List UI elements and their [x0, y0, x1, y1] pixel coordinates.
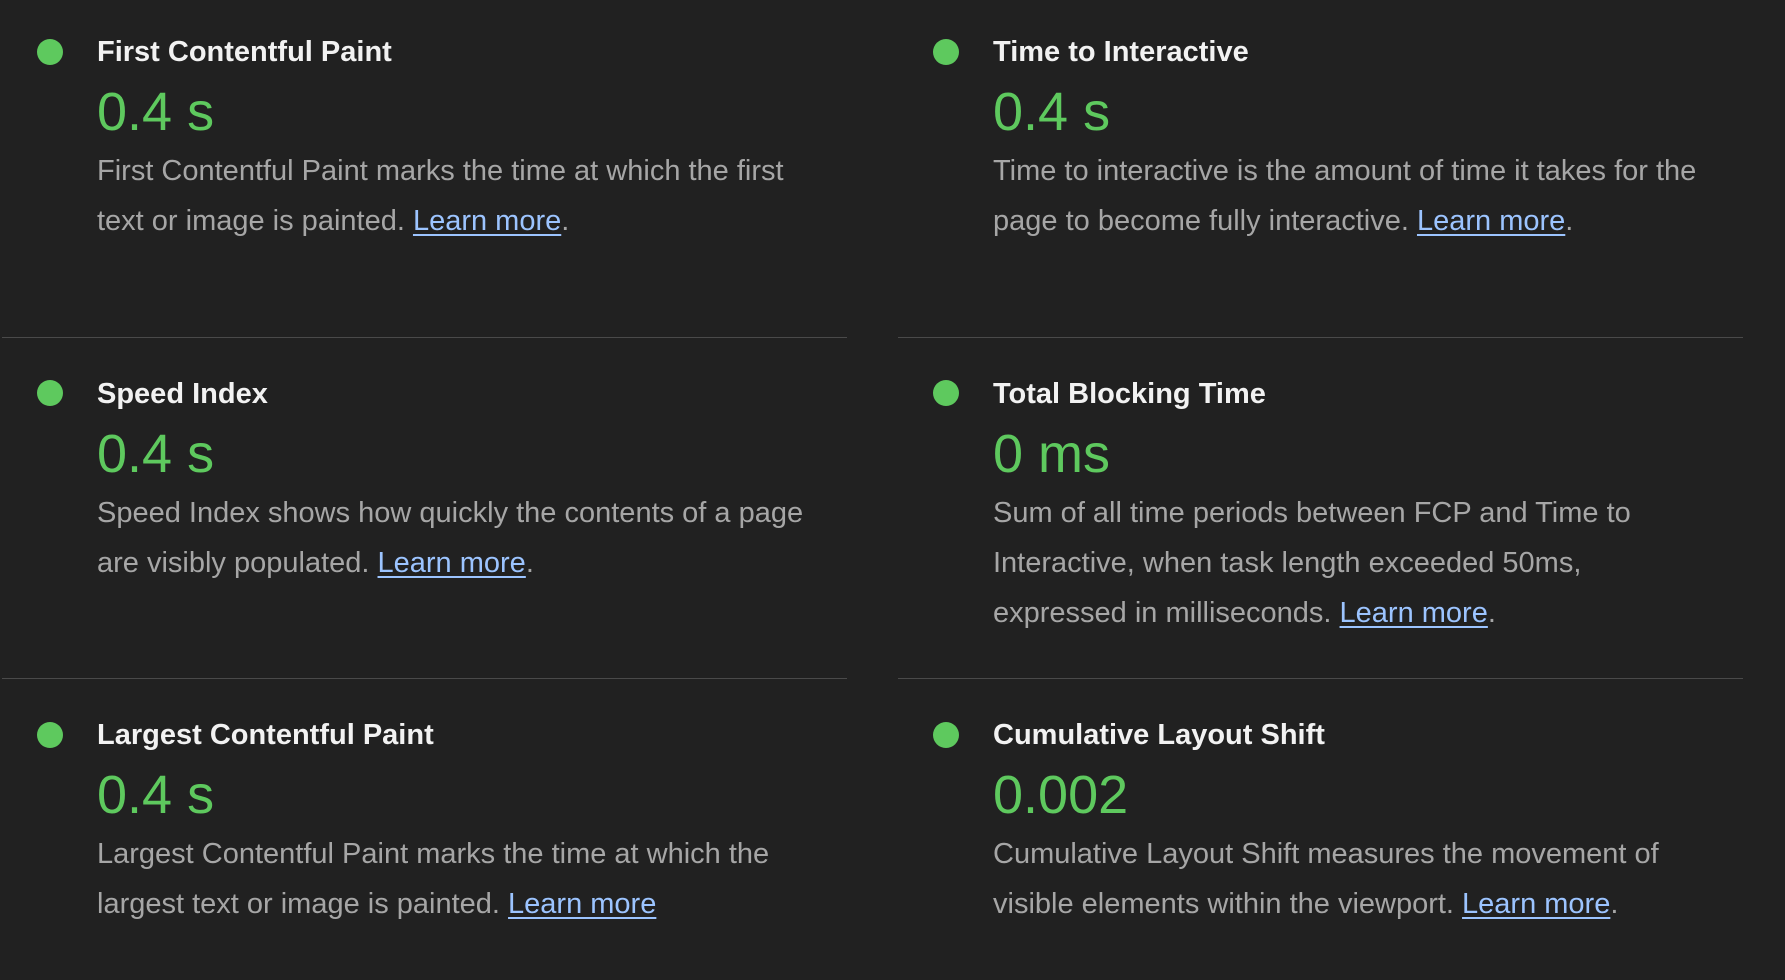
metric-cumulative-layout-shift: Cumulative Layout Shift 0.002 Cumulative… [898, 679, 1743, 980]
metric-total-blocking-time: Total Blocking Time 0 ms Sum of all time… [898, 338, 1743, 679]
trailing-period: . [1610, 888, 1619, 920]
metric-description-text: Largest Contentful Paint marks the time … [97, 838, 770, 920]
learn-more-link[interactable]: Learn more [413, 205, 561, 237]
metric-value: 0.002 [993, 765, 1129, 825]
metric-largest-contentful-paint: Largest Contentful Paint 0.4 s Largest C… [2, 679, 847, 980]
learn-more-link[interactable]: Learn more [1340, 597, 1488, 629]
trailing-period: . [561, 205, 570, 237]
metric-body: First Contentful Paint 0.4 s First Conte… [97, 30, 817, 246]
metric-value: 0.4 s [97, 82, 215, 142]
learn-more-link[interactable]: Learn more [1462, 888, 1610, 920]
metric-description: Cumulative Layout Shift measures the mov… [993, 829, 1713, 929]
metric-body: Speed Index 0.4 s Speed Index shows how … [97, 372, 817, 588]
trailing-period: . [525, 547, 534, 579]
pass-status-icon [933, 380, 959, 406]
pass-status-icon [37, 39, 63, 65]
metric-value: 0.4 s [97, 424, 215, 484]
metric-body: Time to Interactive 0.4 s Time to intera… [993, 30, 1713, 246]
learn-more-link[interactable]: Learn more [378, 547, 526, 579]
pass-status-icon [933, 39, 959, 65]
metric-title: Speed Index [97, 378, 268, 410]
metric-first-contentful-paint: First Contentful Paint 0.4 s First Conte… [2, 0, 847, 338]
metric-value: 0.4 s [97, 765, 215, 825]
metric-speed-index: Speed Index 0.4 s Speed Index shows how … [2, 338, 847, 679]
learn-more-link[interactable]: Learn more [508, 888, 656, 920]
metric-title: Largest Contentful Paint [97, 719, 434, 751]
pass-status-icon [933, 722, 959, 748]
metric-value: 0.4 s [993, 82, 1111, 142]
metric-description: Largest Contentful Paint marks the time … [97, 829, 817, 929]
metric-body: Cumulative Layout Shift 0.002 Cumulative… [993, 713, 1713, 929]
metric-body: Total Blocking Time 0 ms Sum of all time… [993, 372, 1713, 638]
metric-value: 0 ms [993, 424, 1111, 484]
metrics-column-left: First Contentful Paint 0.4 s First Conte… [2, 0, 847, 980]
metric-description-text: Time to interactive is the amount of tim… [993, 155, 1697, 237]
learn-more-link[interactable]: Learn more [1417, 205, 1565, 237]
trailing-period: . [1487, 597, 1496, 629]
metrics-grid: First Contentful Paint 0.4 s First Conte… [0, 0, 1785, 980]
metric-description: First Contentful Paint marks the time at… [97, 146, 817, 246]
metric-body: Largest Contentful Paint 0.4 s Largest C… [97, 713, 817, 929]
metric-title: First Contentful Paint [97, 36, 392, 68]
metric-description-text: Sum of all time periods between FCP and … [993, 497, 1631, 629]
metric-title: Time to Interactive [993, 36, 1249, 68]
metric-description: Sum of all time periods between FCP and … [993, 488, 1713, 638]
metric-time-to-interactive: Time to Interactive 0.4 s Time to intera… [898, 0, 1743, 338]
metrics-column-right: Time to Interactive 0.4 s Time to intera… [898, 0, 1743, 980]
trailing-period: . [1565, 205, 1574, 237]
metric-title: Cumulative Layout Shift [993, 719, 1325, 751]
metric-description: Speed Index shows how quickly the conten… [97, 488, 817, 588]
pass-status-icon [37, 380, 63, 406]
metric-title: Total Blocking Time [993, 378, 1266, 410]
pass-status-icon [37, 722, 63, 748]
metric-description: Time to interactive is the amount of tim… [993, 146, 1713, 246]
